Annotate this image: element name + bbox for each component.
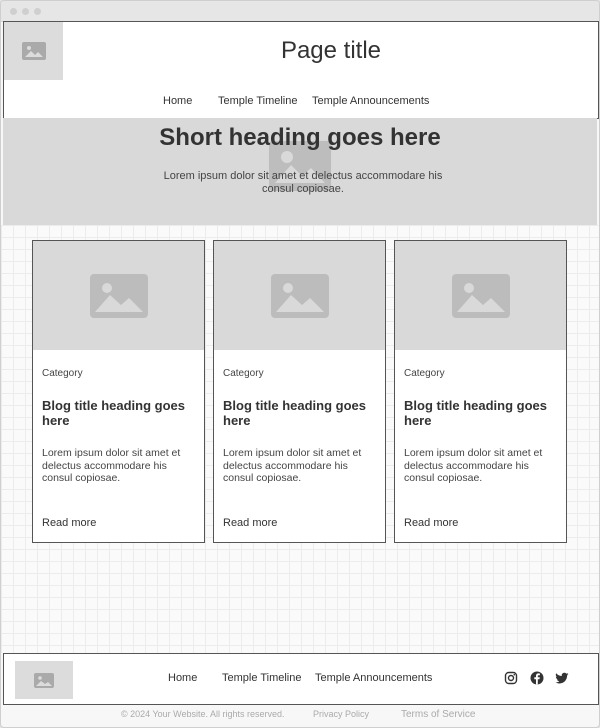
blog-card[interactable]: Category Blog title heading goes here Lo… <box>213 240 386 543</box>
main-nav: Home Temple Timeline Temple Announcement… <box>3 80 599 119</box>
instagram-icon[interactable] <box>504 671 518 685</box>
window-dot-minimize[interactable] <box>22 8 29 15</box>
blog-card[interactable]: Category Blog title heading goes here Lo… <box>32 240 205 543</box>
page-title: Page title <box>280 37 382 64</box>
twitter-icon[interactable] <box>555 671 569 685</box>
card-image <box>33 241 204 350</box>
terms-of-service-link[interactable]: Terms of Service <box>401 709 475 720</box>
privacy-policy-link[interactable]: Privacy Policy <box>313 709 369 719</box>
image-placeholder-icon <box>89 273 148 318</box>
hero-text: Lorem ipsum dolor sit amet et delectus a… <box>163 170 443 195</box>
site-header: Page title <box>3 21 599 81</box>
read-more-link[interactable]: Read more <box>404 517 458 529</box>
window-dot-close[interactable] <box>10 8 17 15</box>
card-excerpt: Lorem ipsum dolor sit amet et delectus a… <box>223 447 362 484</box>
window-dot-maximize[interactable] <box>34 8 41 15</box>
card-title[interactable]: Blog title heading goes here <box>42 398 192 428</box>
card-excerpt: Lorem ipsum dolor sit amet et delectus a… <box>404 447 543 484</box>
card-category: Category <box>404 368 445 379</box>
nav-item-temple-announcements[interactable]: Temple Announcements <box>312 80 429 118</box>
footer-nav-home[interactable]: Home <box>168 672 197 684</box>
image-placeholder-icon <box>21 42 46 60</box>
card-image <box>214 241 385 350</box>
nav-item-home[interactable]: Home <box>163 80 192 118</box>
card-category: Category <box>223 368 264 379</box>
footer-nav-temple-timeline[interactable]: Temple Timeline <box>222 672 301 684</box>
site-footer: Home Temple Timeline Temple Announcement… <box>3 653 599 705</box>
copyright-text: © 2024 Your Website. All rights reserved… <box>121 709 285 719</box>
blog-card[interactable]: Category Blog title heading goes here Lo… <box>394 240 567 543</box>
nav-item-temple-timeline[interactable]: Temple Timeline <box>218 80 297 118</box>
card-excerpt: Lorem ipsum dolor sit amet et delectus a… <box>42 447 181 484</box>
window-titlebar <box>1 1 599 22</box>
read-more-link[interactable]: Read more <box>42 517 96 529</box>
hero-section: Short heading goes here Lorem ipsum dolo… <box>3 118 597 225</box>
card-category: Category <box>42 368 83 379</box>
image-placeholder-icon <box>451 273 510 318</box>
hero-heading: Short heading goes here <box>159 124 441 151</box>
site-logo[interactable] <box>4 22 63 80</box>
card-title[interactable]: Blog title heading goes here <box>223 398 373 428</box>
card-title[interactable]: Blog title heading goes here <box>404 398 554 428</box>
footer-nav-temple-announcements[interactable]: Temple Announcements <box>315 672 432 684</box>
facebook-icon[interactable] <box>530 671 544 685</box>
card-image <box>395 241 566 350</box>
image-placeholder-icon <box>34 672 54 688</box>
image-placeholder-icon <box>270 273 329 318</box>
browser-window: Page title Home Temple Timeline Temple A… <box>0 0 600 728</box>
footer-logo[interactable] <box>15 661 73 699</box>
read-more-link[interactable]: Read more <box>223 517 277 529</box>
